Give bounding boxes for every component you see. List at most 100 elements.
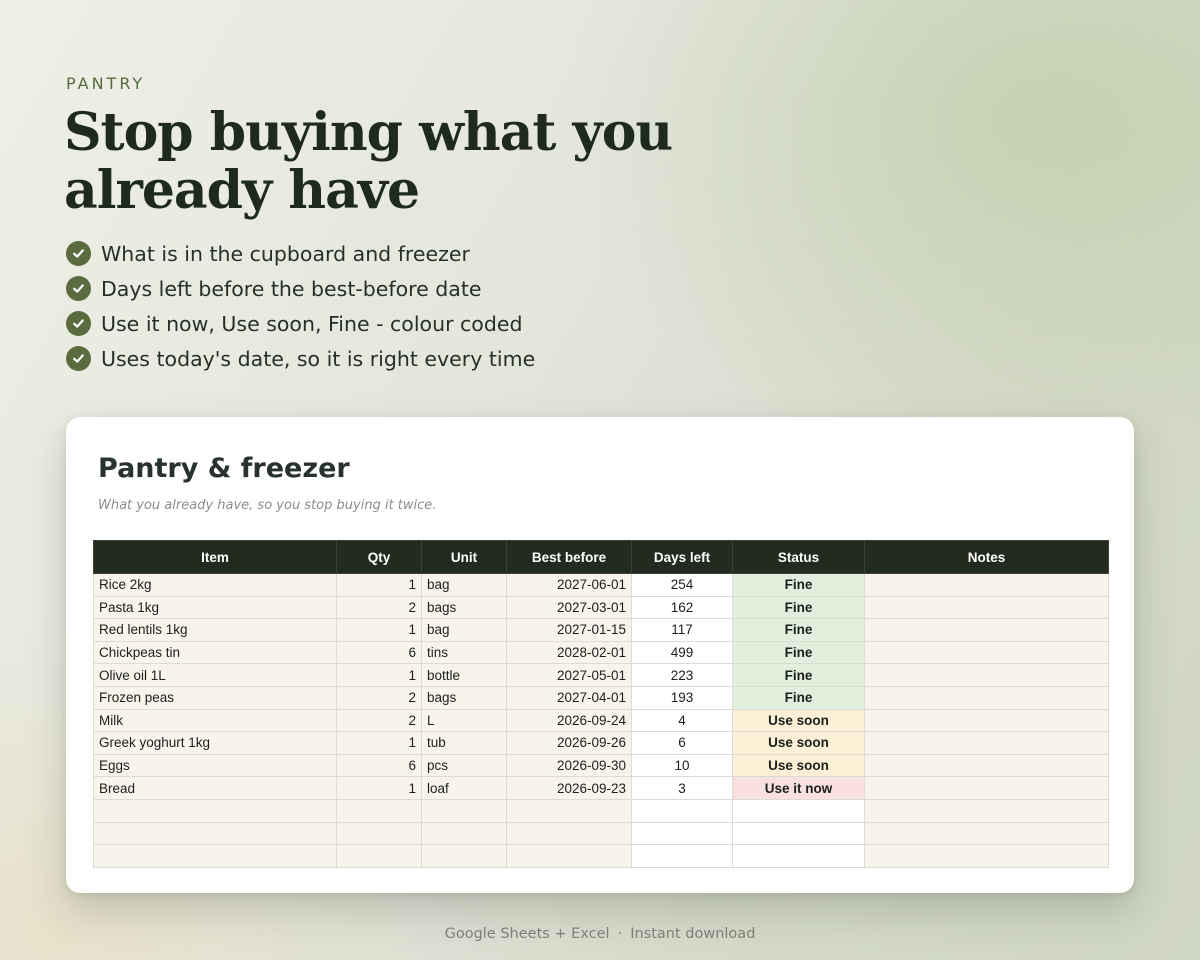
- column-header-days[interactable]: Days left: [631, 540, 733, 574]
- cell-unit[interactable]: bag: [421, 573, 507, 597]
- cell-status[interactable]: Fine: [732, 618, 865, 642]
- cell-item[interactable]: Greek yoghurt 1kg: [93, 731, 337, 755]
- cell-status[interactable]: [732, 844, 865, 868]
- cell-item[interactable]: Frozen peas: [93, 685, 337, 710]
- cell-days[interactable]: [631, 844, 733, 868]
- cell-item[interactable]: Chickpeas tin: [93, 640, 337, 665]
- cell-unit[interactable]: bag: [421, 618, 507, 642]
- cell-notes[interactable]: [864, 663, 1109, 687]
- cell-item[interactable]: Eggs: [93, 753, 337, 778]
- cell-status[interactable]: Fine: [732, 595, 865, 620]
- cell-best[interactable]: 2028-02-01: [506, 640, 632, 665]
- cell-notes[interactable]: [864, 731, 1109, 755]
- cell-days[interactable]: [631, 798, 733, 823]
- cell-item[interactable]: Bread: [93, 776, 337, 800]
- cell-best[interactable]: 2027-03-01: [506, 595, 632, 620]
- cell-days[interactable]: 117: [631, 618, 733, 642]
- cell-unit[interactable]: bottle: [421, 663, 507, 687]
- column-header-notes[interactable]: Notes: [864, 540, 1109, 574]
- cell-qty[interactable]: 1: [336, 731, 422, 755]
- cell-best[interactable]: 2026-09-24: [506, 708, 632, 733]
- cell-notes[interactable]: [864, 640, 1109, 665]
- cell-qty[interactable]: 1: [336, 776, 422, 800]
- cell-status[interactable]: Fine: [732, 663, 865, 687]
- cell-unit[interactable]: pcs: [421, 753, 507, 778]
- cell-days[interactable]: 254: [631, 573, 733, 597]
- cell-best[interactable]: 2027-05-01: [506, 663, 632, 687]
- cell-notes[interactable]: [864, 573, 1109, 597]
- cell-unit[interactable]: L: [421, 708, 507, 733]
- cell-status[interactable]: Fine: [732, 640, 865, 665]
- cell-status[interactable]: Use soon: [732, 708, 865, 733]
- cell-qty[interactable]: 1: [336, 618, 422, 642]
- cell-item[interactable]: [93, 798, 337, 823]
- cell-qty[interactable]: [336, 821, 422, 846]
- cell-best[interactable]: 2026-09-23: [506, 776, 632, 800]
- cell-qty[interactable]: 2: [336, 595, 422, 620]
- cell-qty[interactable]: 1: [336, 663, 422, 687]
- cell-unit[interactable]: loaf: [421, 776, 507, 800]
- cell-notes[interactable]: [864, 798, 1109, 823]
- cell-best[interactable]: [506, 798, 632, 823]
- cell-days[interactable]: 3: [631, 776, 733, 800]
- cell-notes[interactable]: [864, 595, 1109, 620]
- cell-unit[interactable]: [421, 844, 507, 868]
- cell-days[interactable]: 162: [631, 595, 733, 620]
- cell-status[interactable]: Fine: [732, 685, 865, 710]
- cell-days[interactable]: 223: [631, 663, 733, 687]
- cell-notes[interactable]: [864, 618, 1109, 642]
- cell-notes[interactable]: [864, 844, 1109, 868]
- cell-unit[interactable]: tub: [421, 731, 507, 755]
- cell-item[interactable]: Red lentils 1kg: [93, 618, 337, 642]
- cell-item[interactable]: Pasta 1kg: [93, 595, 337, 620]
- cell-qty[interactable]: 6: [336, 640, 422, 665]
- cell-days[interactable]: [631, 821, 733, 846]
- cell-qty[interactable]: 6: [336, 753, 422, 778]
- cell-best[interactable]: 2026-09-30: [506, 753, 632, 778]
- cell-unit[interactable]: bags: [421, 595, 507, 620]
- cell-days[interactable]: 499: [631, 640, 733, 665]
- cell-status[interactable]: [732, 821, 865, 846]
- cell-item[interactable]: [93, 821, 337, 846]
- cell-item[interactable]: [93, 844, 337, 868]
- table-row: [93, 798, 1109, 823]
- cell-best[interactable]: 2027-01-15: [506, 618, 632, 642]
- cell-qty[interactable]: 2: [336, 685, 422, 710]
- cell-unit[interactable]: [421, 798, 507, 823]
- cell-qty[interactable]: [336, 798, 422, 823]
- column-header-best[interactable]: Best before: [506, 540, 632, 574]
- cell-notes[interactable]: [864, 708, 1109, 733]
- cell-best[interactable]: 2027-06-01: [506, 573, 632, 597]
- cell-notes[interactable]: [864, 776, 1109, 800]
- cell-days[interactable]: 10: [631, 753, 733, 778]
- cell-status[interactable]: [732, 798, 865, 823]
- table-row: [93, 821, 1109, 846]
- cell-days[interactable]: 4: [631, 708, 733, 733]
- cell-qty[interactable]: 1: [336, 573, 422, 597]
- cell-status[interactable]: Fine: [732, 573, 865, 597]
- cell-notes[interactable]: [864, 685, 1109, 710]
- cell-best[interactable]: 2027-04-01: [506, 685, 632, 710]
- cell-qty[interactable]: 2: [336, 708, 422, 733]
- cell-notes[interactable]: [864, 753, 1109, 778]
- cell-days[interactable]: 193: [631, 685, 733, 710]
- cell-status[interactable]: Use soon: [732, 731, 865, 755]
- cell-unit[interactable]: tins: [421, 640, 507, 665]
- cell-item[interactable]: Rice 2kg: [93, 573, 337, 597]
- cell-item[interactable]: Olive oil 1L: [93, 663, 337, 687]
- cell-days[interactable]: 6: [631, 731, 733, 755]
- column-header-status[interactable]: Status: [732, 540, 865, 574]
- cell-best[interactable]: 2026-09-26: [506, 731, 632, 755]
- cell-unit[interactable]: [421, 821, 507, 846]
- cell-best[interactable]: [506, 821, 632, 846]
- cell-notes[interactable]: [864, 821, 1109, 846]
- cell-unit[interactable]: bags: [421, 685, 507, 710]
- column-header-qty[interactable]: Qty: [336, 540, 422, 574]
- cell-qty[interactable]: [336, 844, 422, 868]
- cell-status[interactable]: Use soon: [732, 753, 865, 778]
- column-header-unit[interactable]: Unit: [421, 540, 507, 574]
- cell-best[interactable]: [506, 844, 632, 868]
- column-header-item[interactable]: Item: [93, 540, 337, 574]
- cell-item[interactable]: Milk: [93, 708, 337, 733]
- cell-status[interactable]: Use it now: [732, 776, 865, 800]
